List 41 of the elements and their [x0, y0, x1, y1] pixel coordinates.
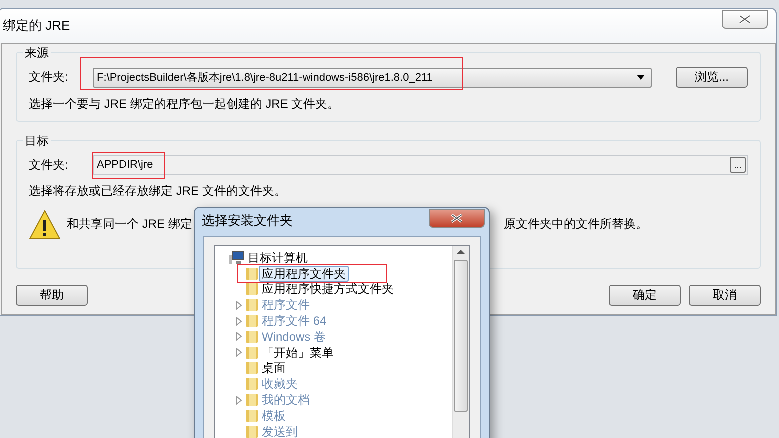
- browse-button[interactable]: 浏览...: [676, 67, 748, 88]
- tree-item[interactable]: 应用程序文件夹: [259, 266, 349, 282]
- folder-icon: [245, 266, 259, 281]
- field-label: 文件夹:: [29, 69, 70, 86]
- warning-text: 和共享同一个 JRE 绑定: [67, 216, 192, 233]
- help-button[interactable]: 帮助: [16, 285, 88, 306]
- folder-icon: [245, 314, 259, 328]
- field-label: 文件夹:: [29, 156, 70, 174]
- close-icon: [739, 14, 751, 24]
- folder-icon: [245, 424, 259, 438]
- group-title: 目标: [23, 133, 51, 150]
- folder-icon: [245, 377, 259, 392]
- folder-icon: [245, 361, 259, 376]
- window-title: 选择安装文件夹: [202, 212, 293, 230]
- scroll-thumb[interactable]: [454, 260, 468, 412]
- tree-item[interactable]: 应用程序快捷方式文件夹: [259, 281, 397, 298]
- close-button[interactable]: [722, 10, 768, 28]
- tree-item[interactable]: 「开始」菜单: [259, 344, 337, 361]
- computer-icon: [229, 250, 245, 265]
- folder-icon: [245, 298, 259, 312]
- folder-icon: [245, 330, 259, 344]
- folder-field[interactable]: APPDIR\jre ...: [93, 155, 748, 175]
- window-title: 绑定的 JRE: [3, 17, 70, 35]
- hint-text: 选择一个要与 JRE 绑定的程序包一起创建的 JRE 文件夹。: [29, 96, 341, 113]
- tree-item[interactable]: 目标计算机: [245, 250, 311, 266]
- folder-dropdown[interactable]: F:\ProjectsBuilder\各版本jre\1.8\jre-8u211-windows-i586\jre1.8.0_211: [93, 68, 652, 88]
- ellipsis-button[interactable]: ...: [730, 157, 746, 173]
- folder-icon: [245, 282, 259, 296]
- close-icon: [451, 214, 463, 222]
- warning-text: 原文件夹中的文件所替换。: [504, 216, 648, 233]
- scrollbar[interactable]: [452, 246, 469, 438]
- folder-icon: [245, 408, 259, 423]
- close-button[interactable]: [429, 208, 485, 228]
- folder-icon: [245, 393, 259, 408]
- folder-icon: [245, 346, 259, 360]
- tree-item[interactable]: 桌面: [259, 360, 289, 376]
- ok-button[interactable]: 确定: [609, 285, 681, 306]
- cancel-button[interactable]: 取消: [689, 285, 761, 306]
- warning-icon: [29, 210, 61, 240]
- dropdown-arrow-icon: [637, 75, 645, 80]
- hint-text: 选择将存放或已经存放绑定 JRE 文件的文件夹。: [29, 183, 288, 200]
